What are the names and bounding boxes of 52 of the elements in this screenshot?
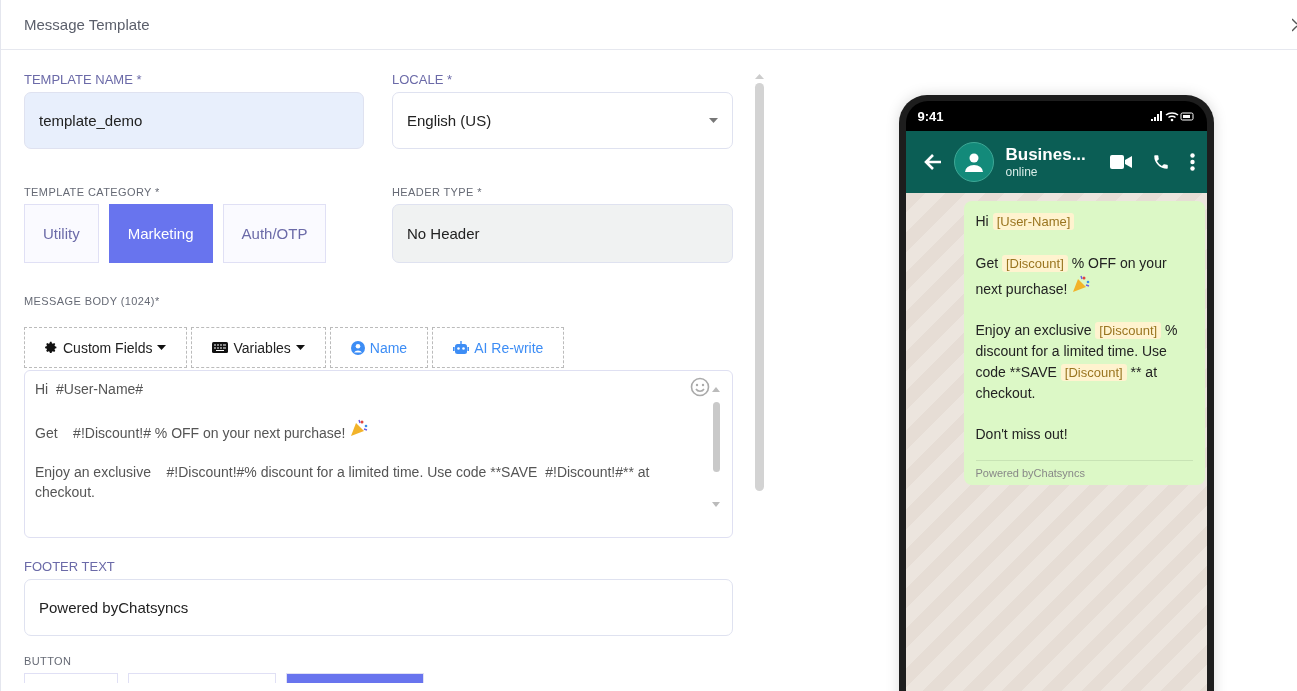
back-arrow-icon[interactable] [923, 154, 942, 170]
caret-icon [709, 118, 718, 123]
footer-text-field[interactable]: Powered byChatsyncs [24, 579, 733, 636]
category-option[interactable]: Marketing [108, 204, 213, 263]
message-body-field[interactable]: Hi #User-Name# Get #!Discount!# % OFF on your next purchase! Enjoy an exclusive #!Discount!#% discount for a limited time. Use code **SAVE #!Discount!#** at checkout. [24, 370, 733, 538]
locale-select[interactable]: English (US) [392, 92, 733, 149]
header-type-select[interactable]: No Header [392, 204, 733, 263]
scroll-down-arrow-icon[interactable] [712, 502, 720, 507]
message-text: Hi [User-Name] [975, 211, 1193, 233]
category-option[interactable]: Auth/OTP [222, 204, 327, 263]
category-option[interactable]: Utility [24, 204, 99, 263]
user-circle-icon [350, 340, 365, 355]
close-icon[interactable] [1292, 17, 1297, 32]
field-label: LOCALE * [392, 72, 453, 87]
field-label: TEMPLATE CATEGORY * [24, 186, 161, 198]
avatar-icon [953, 142, 994, 182]
more-options-icon[interactable] [1189, 153, 1195, 171]
template-name-field[interactable]: template_demo [24, 92, 364, 149]
field-label: MESSAGE BODY (1024)* [24, 295, 161, 307]
field-label: BUTTON [24, 655, 73, 667]
body-text: Get #!Discount!# % OFF on your next purchase! [35, 418, 692, 443]
field-label: FOOTER TEXT [24, 559, 116, 574]
body-text: Hi #User-Name# [35, 380, 145, 399]
scroll-up-arrow-icon[interactable] [754, 74, 764, 79]
scrollbar-thumb[interactable] [754, 83, 764, 491]
toolbar-dropdown[interactable]: Variables [191, 327, 326, 368]
keyboard-icon [212, 342, 229, 353]
robot-icon [453, 340, 470, 355]
field-label: TEMPLATE NAME * [24, 72, 143, 87]
status-icons [1150, 110, 1195, 122]
contact-status: online [1005, 165, 1039, 179]
message-text: Get [Discount] % OFF on your next purchase! [975, 253, 1168, 299]
toolbar-dropdown[interactable]: Custom Fields [24, 327, 188, 368]
phone-icon[interactable] [1151, 153, 1170, 171]
caret-icon [295, 345, 305, 350]
caret-icon [157, 345, 167, 350]
smiley-icon[interactable] [690, 377, 710, 397]
contact-name: Busines... [1005, 145, 1087, 165]
button-type-option[interactable] [24, 673, 118, 683]
field-label: HEADER TYPE * [392, 186, 483, 198]
button-type-option[interactable] [286, 673, 424, 683]
message-text: Enjoy an exclusive [Discount] % discount for a limited time. Use code **SAVE [Discount] ** at checkout. [975, 320, 1179, 403]
scroll-up-arrow-icon[interactable] [712, 387, 720, 392]
scrollbar-thumb[interactable] [712, 402, 720, 472]
gear-icon [45, 341, 58, 354]
video-camera-icon[interactable] [1109, 155, 1132, 169]
window-title: Message Template [24, 16, 150, 33]
message-footer: Powered byChatsyncs [975, 460, 1193, 479]
message-text: Don't miss out! [975, 424, 1069, 444]
body-text: Enjoy an exclusive #!Discount!#% discount for a limited time. Use code **SAVE #!Discount!#** at checkout. [35, 463, 651, 502]
status-time: 9:41 [917, 108, 944, 124]
button-type-option[interactable] [128, 673, 276, 683]
